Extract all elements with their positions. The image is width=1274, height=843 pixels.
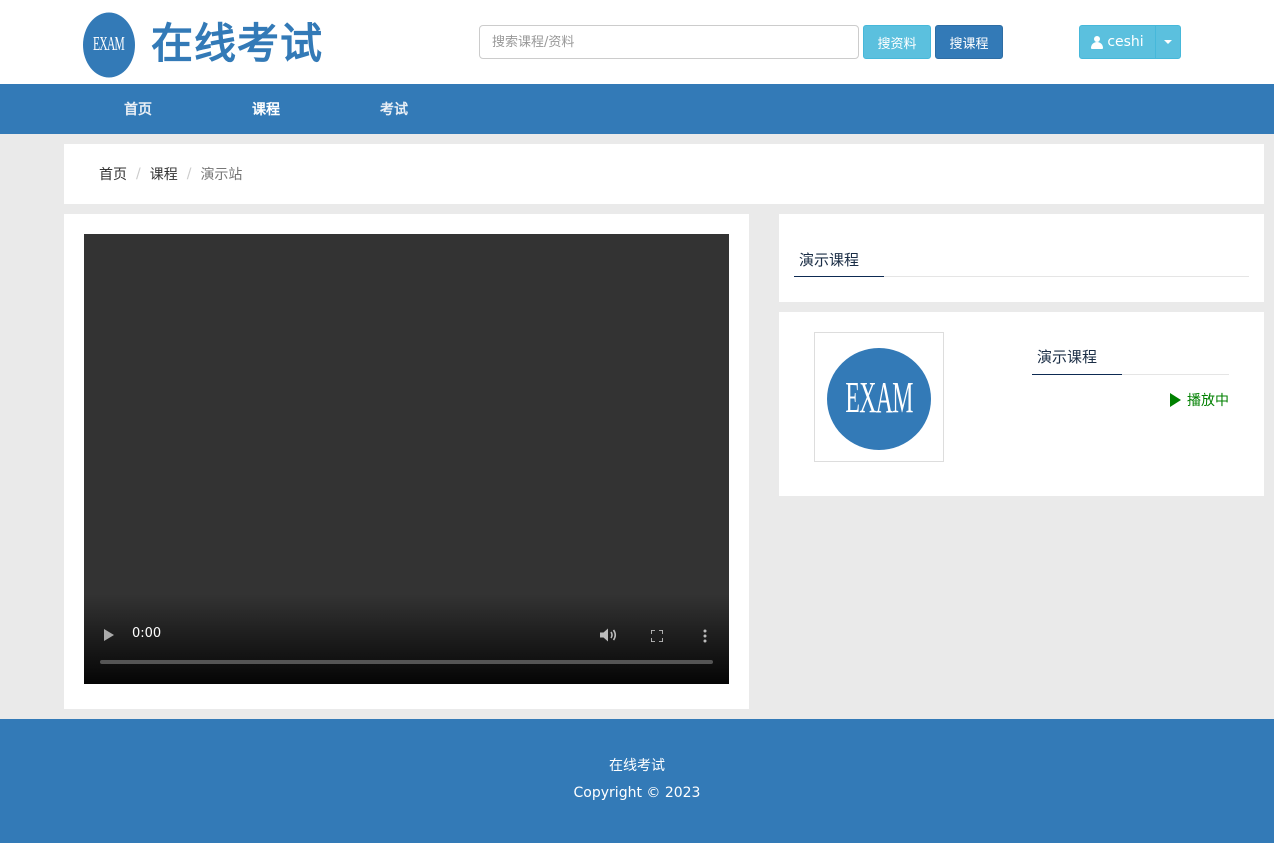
course-title-panel: 演示课程 — [779, 214, 1264, 302]
logo[interactable]: EXAM — [83, 12, 135, 78]
video-panel: 0:00 — [64, 214, 749, 709]
nav-item-home[interactable]: 首页 — [88, 84, 188, 134]
footer-copyright: Copyright © 2023 — [573, 785, 701, 801]
username-label: ceshi — [1107, 34, 1144, 50]
search-course-button[interactable]: 搜课程 — [935, 25, 1003, 59]
lesson-title-tab: 演示课程 — [1032, 345, 1229, 375]
footer: 在线考试 Copyright © 2023 — [0, 719, 1274, 843]
video-player[interactable]: 0:00 — [84, 234, 729, 684]
lesson-title[interactable]: 演示课程 — [1032, 345, 1122, 375]
breadcrumb-separator: / — [186, 166, 192, 182]
user-menu-button[interactable]: ceshi — [1079, 25, 1156, 59]
video-controls-gradient — [84, 594, 729, 684]
volume-icon[interactable] — [600, 628, 618, 642]
search-material-button[interactable]: 搜资料 — [863, 25, 931, 59]
search-input[interactable] — [479, 25, 859, 59]
play-icon[interactable] — [104, 629, 114, 641]
thumbnail-logo: EXAM — [827, 348, 931, 450]
footer-title: 在线考试 — [609, 758, 665, 774]
playing-status-label: 播放中 — [1187, 393, 1229, 409]
playing-status: 播放中 — [1170, 390, 1229, 410]
lesson-thumbnail[interactable]: EXAM — [814, 332, 944, 462]
caret-down-icon — [1164, 40, 1172, 44]
breadcrumb-course[interactable]: 课程 — [150, 164, 178, 184]
more-vert-icon[interactable] — [702, 629, 708, 643]
playing-icon — [1170, 393, 1181, 407]
user-icon — [1091, 35, 1104, 49]
video-progress-bar[interactable] — [100, 660, 713, 664]
thumbnail-logo-text: EXAM — [845, 374, 913, 423]
fullscreen-icon[interactable] — [651, 630, 663, 642]
user-dropdown-toggle[interactable] — [1155, 25, 1181, 59]
breadcrumb-home[interactable]: 首页 — [99, 164, 127, 184]
course-title-tab: 演示课程 — [794, 249, 1249, 277]
header: EXAM 在线考试 搜资料 搜课程 ceshi — [0, 0, 1274, 84]
breadcrumb-current: 演示站 — [200, 167, 243, 183]
breadcrumb-separator: / — [136, 166, 141, 182]
lesson-panel: EXAM 演示课程 播放中 — [779, 312, 1264, 496]
breadcrumb: 首页 / 课程 / 演示站 — [64, 144, 1264, 204]
nav-item-exam[interactable]: 考试 — [344, 84, 444, 134]
course-title: 演示课程 — [794, 249, 884, 277]
nav-item-course[interactable]: 课程 — [216, 84, 316, 134]
logo-text: EXAM — [93, 33, 125, 55]
site-title[interactable]: 在线考试 — [151, 18, 323, 70]
video-current-time: 0:00 — [132, 626, 162, 641]
main-nav: 首页 课程 考试 — [0, 84, 1274, 134]
